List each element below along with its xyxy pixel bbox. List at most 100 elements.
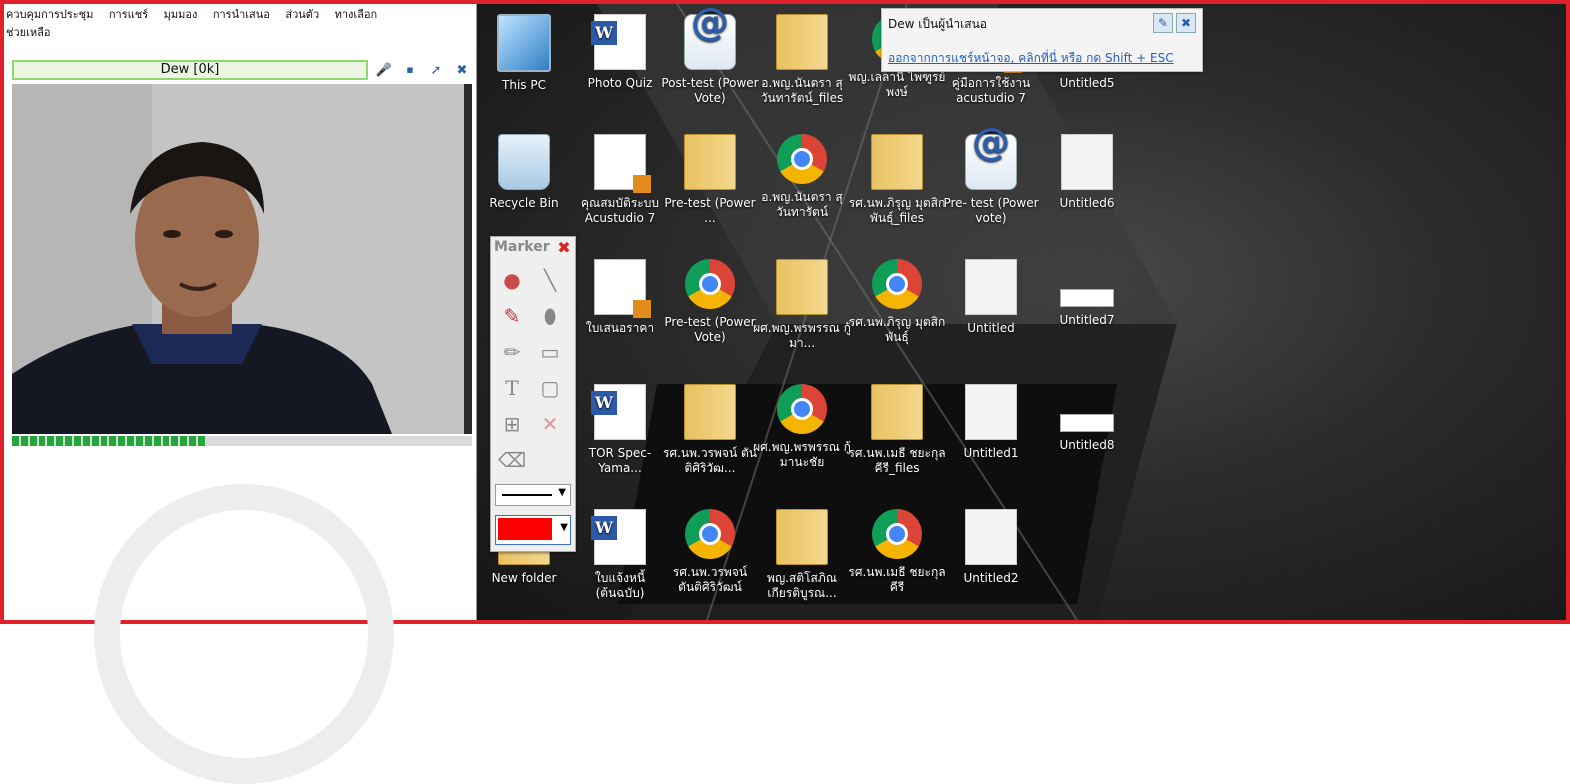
audio-level-segment (118, 436, 126, 446)
desktop-icon[interactable]: รศ.นพ.ภิรุญ มุตสิกพันธุ์ (847, 259, 947, 345)
audio-level-segment (189, 436, 197, 446)
desktop-icon[interactable]: Untitled2 (941, 509, 1041, 586)
desktop-icon[interactable]: This PC (477, 14, 574, 93)
audio-level-segment (109, 436, 117, 446)
desktop-icon[interactable]: รศ.นพ.วรพจน์ ตันติศิริวัฒ... (660, 384, 760, 476)
highlighter-tool-icon[interactable]: ✏ (497, 337, 527, 367)
menu-item-present[interactable]: การนำเสนอ (213, 8, 270, 21)
chrome-icon (872, 259, 922, 309)
person-video-frame (12, 84, 472, 434)
desktop-icon[interactable]: Untitled1 (941, 384, 1041, 461)
pin-icon[interactable]: ➚ (426, 61, 446, 79)
line-width-select[interactable]: ▼ (495, 484, 571, 506)
menu-item-share[interactable]: การแชร์ (109, 8, 148, 21)
desktop-icon-label: อ.พญ.นันตรา สุวันทารัตน์_files (760, 76, 844, 105)
desktop-icon[interactable]: Pre-test (Power Vote) (660, 259, 760, 345)
desktop-icon[interactable]: Untitled8 (1037, 384, 1137, 453)
audio-level-segment (144, 436, 152, 446)
audio-level-segment (100, 436, 108, 446)
presenter-panel: Dew เป็นผู้นำเสนอ ✎ ✖ ออกจากการแชร์หน้าจ… (881, 8, 1203, 72)
close-icon[interactable]: ✖ (452, 61, 472, 79)
desktop-icon[interactable]: อ.พญ.นันตรา สุวันทารัตน์ (752, 134, 852, 220)
desktop-icon-label: รศ.นพ.วรพจน์ ตันติศิริวัฒน์ (672, 565, 748, 594)
desktop-icon-label: รศ.นพ.เมธี ชยะกุลคีรี_files (848, 446, 946, 475)
desktop-icon[interactable]: ใบเสนอราคา (570, 259, 670, 336)
audio-level-segment (136, 436, 143, 446)
chrome-icon (777, 134, 827, 184)
menu-item-options[interactable]: ทางเลือก (335, 8, 378, 21)
desktop-icon[interactable]: Untitled7 (1037, 259, 1137, 328)
exit-share-link[interactable]: ออกจากการแชร์หน้าจอ, คลิกที่นี่ หรือ กด … (888, 49, 1174, 68)
text-tool-icon[interactable]: T (497, 373, 527, 403)
rectangle-tool-icon[interactable]: ▭ (535, 337, 565, 367)
menu-item-help[interactable]: ช่วยเหลือ (6, 26, 50, 39)
acustudio-icon: @ (965, 123, 1017, 190)
desktop-icon-label: รศ.นพ.ภิรุญ มุตสิกพันธุ์ (848, 315, 946, 344)
desktop-icon[interactable]: W ใบแจ้งหนี้ (ต้นฉบับ) (570, 509, 670, 601)
desktop-icon-label: ผศ.พญ.พรพรรณ กู้มานะชัย (753, 440, 851, 469)
menu-item-meeting-control[interactable]: ควบคุมการประชุม (6, 8, 93, 21)
desktop-icon-label: This PC (502, 78, 546, 92)
desktop-icon[interactable]: W TOR Spec-Yama... (570, 384, 670, 476)
desktop-icon-label: รศ.นพ.วรพจน์ ตันติศิริวัฒ... (663, 446, 757, 475)
desktop-icon[interactable]: รศ.นพ.วรพจน์ ตันติศิริวัฒน์ (660, 509, 760, 595)
delete-tool-icon[interactable]: ✕ (535, 409, 565, 439)
microphone-icon[interactable]: 🎤 (374, 61, 394, 79)
participant-name-bar[interactable]: Dew [0k] (12, 60, 368, 80)
crop-tool-icon[interactable]: ⊞ (497, 409, 527, 439)
audio-level-meter (12, 436, 472, 446)
desktop-icon[interactable]: Untitled6 (1037, 134, 1137, 211)
close-icon[interactable]: ✖ (1176, 13, 1196, 33)
pen-tool-icon[interactable]: ✎ (497, 301, 527, 331)
desktop-icon-label: Untitled (967, 321, 1015, 335)
desktop-icon[interactable]: อ.พญ.นันตรา สุวันทารัตน์_files (752, 14, 852, 106)
desktop-icon[interactable]: พญ.สติโสภิณ เกียรติบูรณ... (752, 509, 852, 601)
desktop-icon[interactable]: Pre-test (Power ... (660, 134, 760, 226)
pdf-doc-icon (594, 134, 651, 193)
desktop-icon-label: พญ.สติโสภิณ เกียรติบูรณ... (767, 571, 837, 600)
audio-level-segment (91, 436, 99, 446)
menu-item-personal[interactable]: ส่วนตัว (285, 8, 319, 21)
folder-icon (776, 509, 828, 565)
recycle-bin-icon (498, 134, 550, 190)
color-select[interactable]: ▼ (495, 515, 571, 545)
desktop-icon[interactable]: @ Pre- test (Power vote) (941, 123, 1041, 226)
screenshot-icon (965, 509, 1017, 565)
desktop-icon[interactable]: Recycle Bin (477, 134, 574, 211)
audio-level-segment (162, 436, 170, 446)
desktop-icon[interactable]: @ Post-test (Power Vote) (660, 4, 760, 106)
presenter-buttons: ✎ ✖ (1153, 13, 1196, 33)
menu-item-view[interactable]: มุมมอง (164, 8, 198, 21)
ellipse-tool-icon[interactable]: ⬮ (535, 301, 565, 331)
desktop-icon[interactable]: รศ.นพ.เมธี ชยะกุลคีรี_files (847, 384, 947, 476)
desktop-icon[interactable]: รศ.นพ.ภิรุญ มุตสิกพันธุ์_files (847, 134, 947, 226)
marker-close-icon[interactable]: ✖ (556, 240, 572, 256)
line-tool-icon[interactable]: ╲ (535, 265, 565, 295)
desktop-icon-label: คู่มือการใช้งาน acustudio 7 (951, 76, 1031, 105)
folder-icon (684, 384, 736, 440)
rounded-rect-tool-icon[interactable]: ▢ (535, 373, 565, 403)
desktop-icon[interactable]: ผศ.พญ.พรพรรณ กู้มา... (752, 259, 852, 351)
this-pc-icon (497, 14, 551, 72)
desktop-icon[interactable]: ผศ.พญ.พรพรรณ กู้มานะชัย (752, 384, 852, 470)
audio-level-segment (29, 436, 37, 446)
conference-panel: ควบคุมการประชุม การแชร์ มุมมอง การนำเสนอ… (4, 4, 477, 784)
desktop-icon[interactable]: คุณสมบัติระบบ Acustudio 7 (570, 134, 670, 226)
desktop-icon-label: Pre- test (Power vote) (943, 196, 1039, 225)
record-circle-icon[interactable]: ● (497, 265, 527, 295)
word-doc-icon: W (591, 509, 646, 565)
camera-icon[interactable]: ⏹ (400, 61, 420, 79)
audio-level-segment (38, 436, 46, 446)
desktop-icon-label: Photo Quiz (587, 76, 653, 90)
pen-icon[interactable]: ✎ (1153, 13, 1173, 33)
desktop-icon[interactable]: รศ.นพ.เมธี ชยะกุลคีรี (847, 509, 947, 595)
desktop-icon[interactable]: W Photo Quiz (570, 14, 670, 91)
audio-level-segment (56, 436, 64, 446)
eraser-tool-icon[interactable]: ⌫ (497, 445, 527, 475)
desktop-icon[interactable]: Untitled (941, 259, 1041, 336)
audio-level-segment (47, 436, 55, 446)
audio-level-segment (171, 436, 179, 446)
desktop-icon-label: ผศ.พญ.พรพรรณ กู้มา... (753, 321, 851, 350)
desktop-icon-label: รศ.นพ.เมธี ชยะกุลคีรี (848, 565, 946, 594)
desktop-icon-label: Post-test (Power Vote) (661, 76, 759, 105)
